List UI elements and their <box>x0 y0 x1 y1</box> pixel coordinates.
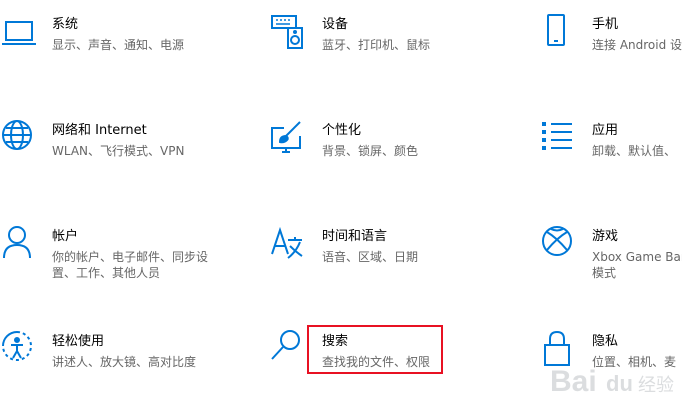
tile-description: 语音、区域、日期 <box>322 250 419 264</box>
tile-description: 讲述人、放大镜、高对比度 <box>52 355 197 369</box>
tile-privacy[interactable]: 隐私 位置、相机、麦 <box>540 329 682 409</box>
tile-title: 应用 <box>592 123 619 138</box>
language-icon <box>270 224 310 264</box>
tile-accounts[interactable]: 帐户 你的帐户、电子邮件、同步设 置、工作、其他人员 <box>0 224 220 304</box>
tile-devices[interactable]: 设备 蓝牙、打印机、鼠标 <box>270 12 490 92</box>
tile-title: 游戏 <box>592 229 619 244</box>
tile-title: 时间和语言 <box>322 229 388 244</box>
tile-description: 蓝牙、打印机、鼠标 <box>322 38 431 52</box>
tile-title: 网络和 Internet <box>52 123 147 138</box>
search-icon <box>270 329 310 369</box>
xbox-icon <box>540 224 580 264</box>
tile-description: 卸载、默认值、 <box>592 144 677 158</box>
tile-description: WLAN、飞行模式、VPN <box>52 144 185 158</box>
tile-description: 置、工作、其他人员 <box>52 266 161 280</box>
tile-title: 隐私 <box>592 334 619 349</box>
tile-time-language[interactable]: 时间和语言 语音、区域、日期 <box>270 224 490 304</box>
laptop-icon <box>0 12 40 52</box>
app-list-icon <box>540 118 580 158</box>
ease-of-access-icon <box>0 329 40 369</box>
tile-ease-of-access[interactable]: 轻松使用 讲述人、放大镜、高对比度 <box>0 329 220 409</box>
tile-personalization[interactable]: 个性化 背景、锁屏、颜色 <box>270 118 490 198</box>
tile-description: 连接 Android 设 <box>592 38 682 52</box>
tile-title: 系统 <box>52 17 79 32</box>
tile-title: 设备 <box>322 17 349 32</box>
tile-description: 模式 <box>592 266 617 280</box>
tile-description: 显示、声音、通知、电源 <box>52 38 185 52</box>
tile-description: 查找我的文件、权限 <box>322 355 431 369</box>
tile-apps[interactable]: 应用 卸载、默认值、 <box>540 118 682 198</box>
tile-title: 搜索 <box>322 334 349 349</box>
tile-gaming[interactable]: 游戏 Xbox Game Bar 模式 <box>540 224 682 304</box>
keyboard-speaker-icon <box>270 12 310 52</box>
globe-icon <box>0 118 40 158</box>
tile-network[interactable]: 网络和 Internet WLAN、飞行模式、VPN <box>0 118 220 198</box>
tile-description: 位置、相机、麦 <box>592 355 677 369</box>
tile-phone[interactable]: 手机 连接 Android 设 <box>540 12 682 92</box>
tile-description: 背景、锁屏、颜色 <box>322 144 419 158</box>
lock-icon <box>540 329 580 369</box>
tile-title: 个性化 <box>322 123 362 138</box>
tile-title: 轻松使用 <box>52 334 105 349</box>
tile-system[interactable]: 系统 显示、声音、通知、电源 <box>0 12 220 92</box>
monitor-brush-icon <box>270 118 310 158</box>
tile-search[interactable]: 搜索 查找我的文件、权限 <box>270 329 490 409</box>
person-icon <box>0 224 40 264</box>
tile-title: 帐户 <box>52 229 79 244</box>
phone-icon <box>540 12 580 52</box>
tile-title: 手机 <box>592 17 619 32</box>
